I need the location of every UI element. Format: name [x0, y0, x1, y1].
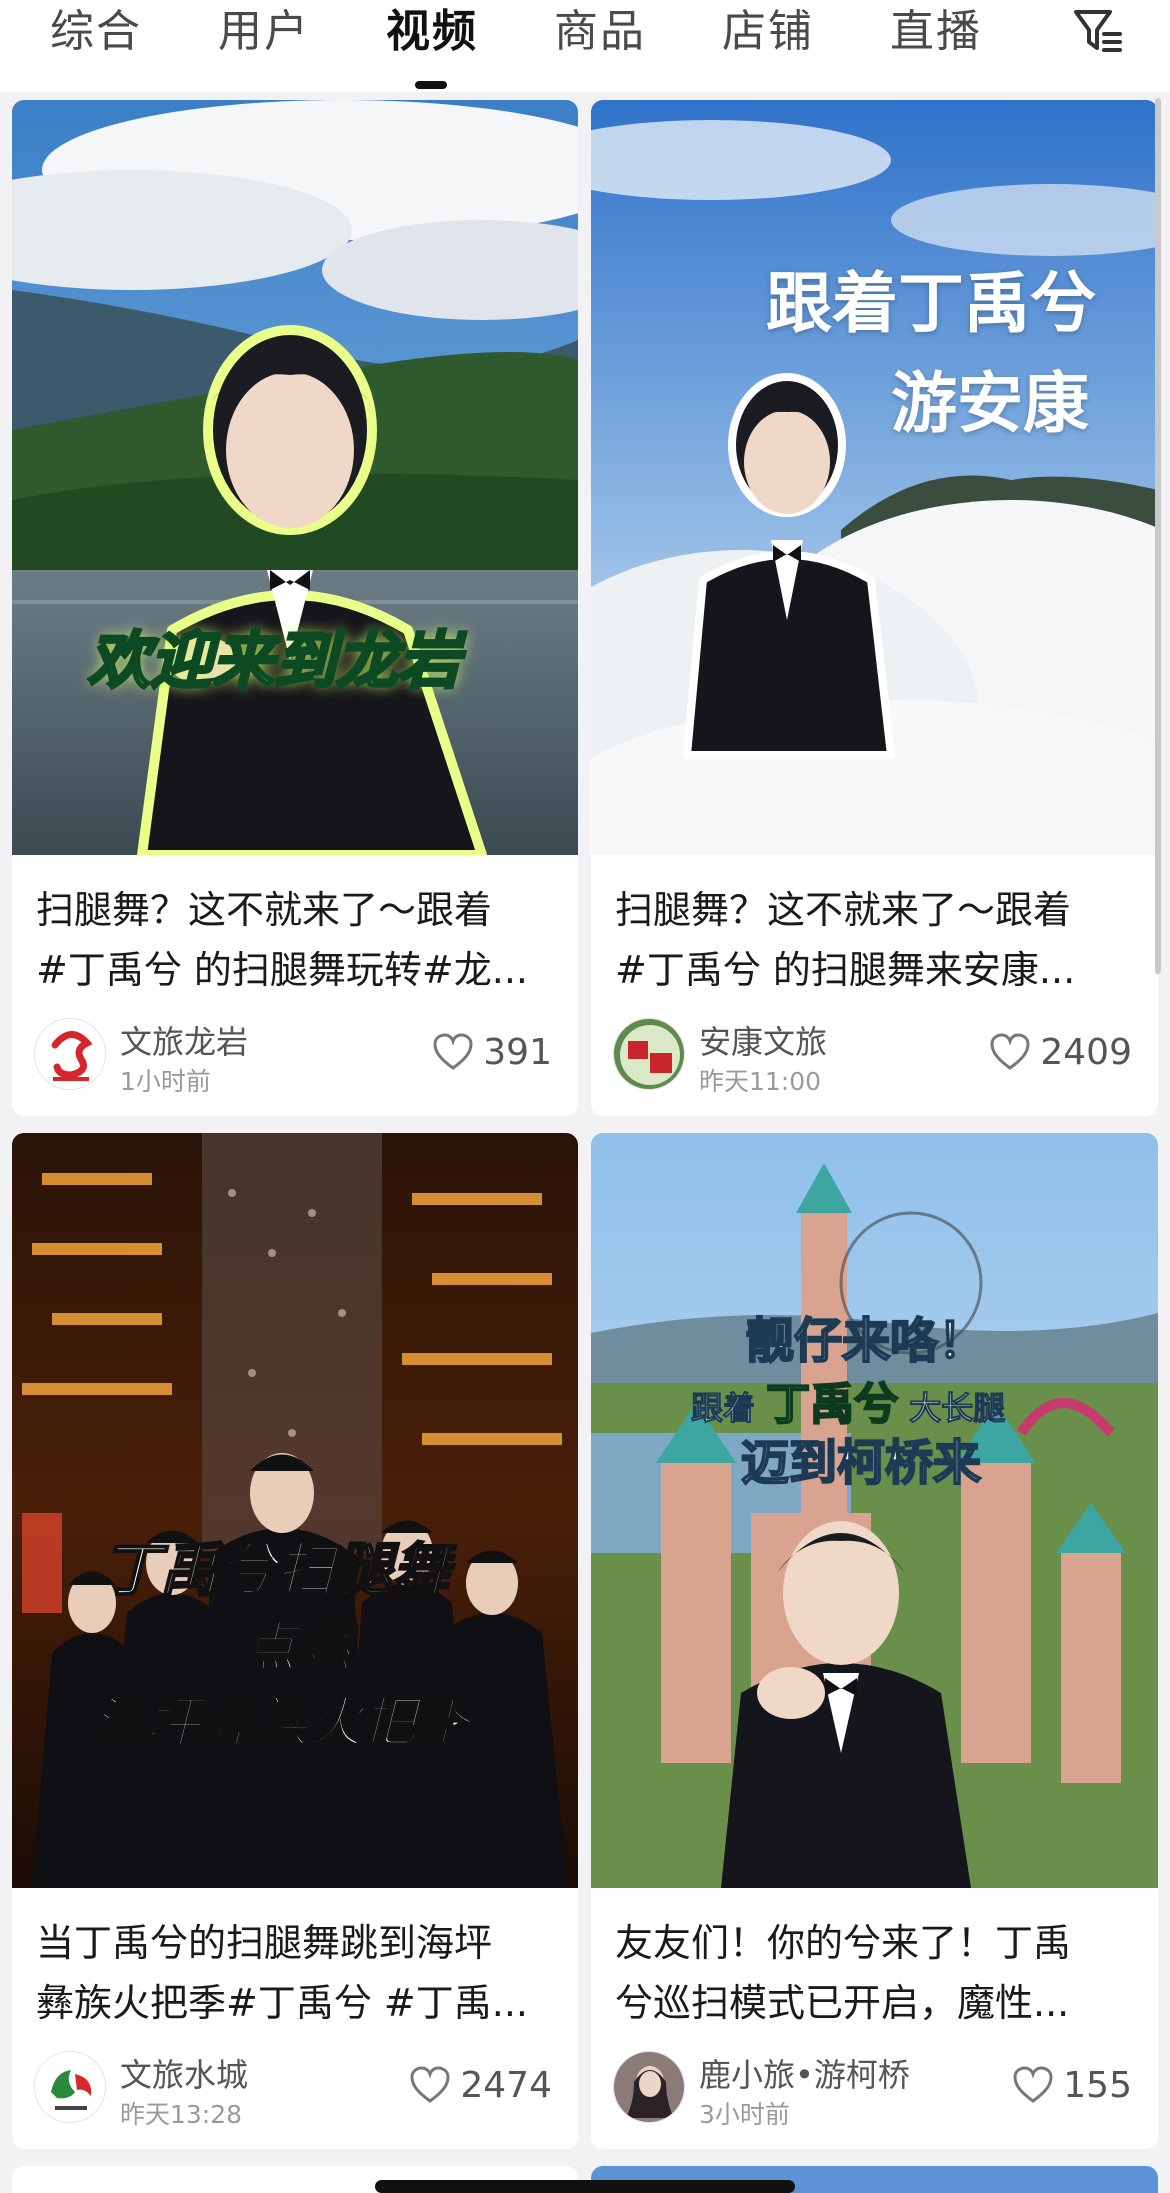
author-name[interactable]: 鹿小旅•游柯桥 [699, 2050, 910, 2096]
post-time: 1小时前 [120, 1067, 211, 1096]
like-button[interactable]: 2409 [990, 1030, 1132, 1074]
like-count: 2474 [460, 2064, 552, 2106]
video-card[interactable]: 跟着丁禹兮 游安康 扫腿舞？这不就来了～跟着 #丁禹兮 的扫腿舞来安康... 安… [591, 100, 1158, 1116]
search-tab-bar: 综合 用户 视频 商品 店铺 直播 [0, 0, 1170, 92]
cover-overlay-text: 大长腿 [909, 1389, 1006, 1428]
cover-overlay-text: 海坪彝族火把季 [91, 1690, 471, 1755]
video-thumbnail[interactable]: 跟着丁禹兮 游安康 [591, 100, 1158, 855]
like-button[interactable]: 2474 [410, 2063, 552, 2107]
cover-overlay-text: 跟着 [690, 1389, 756, 1428]
like-count: 155 [1063, 2064, 1132, 2106]
post-time: 昨天11:00 [699, 1067, 822, 1096]
author-name[interactable]: 文旅龙岩 [120, 1017, 248, 1063]
tab-comprehensive[interactable]: 综合 [50, 0, 142, 64]
video-title[interactable]: 当丁禹兮的扫腿舞跳到海坪 彝族火把季#丁禹兮 #丁禹... [36, 1913, 556, 2033]
like-button[interactable]: 155 [1013, 2063, 1132, 2107]
video-title[interactable]: 扫腿舞？这不就来了～跟着 #丁禹兮 的扫腿舞玩转#龙... [36, 880, 556, 1000]
author-name[interactable]: 文旅水城 [120, 2050, 248, 2096]
heart-icon [1013, 2066, 1053, 2103]
video-card[interactable]: 丁禹兮扫腿舞 点燃 海坪彝族火把季 当丁禹兮的扫腿舞跳到海坪 彝族火把季#丁禹兮… [12, 1133, 578, 2149]
author-avatar[interactable] [34, 2051, 106, 2123]
tab-users[interactable]: 用户 [218, 0, 310, 64]
active-tab-indicator [415, 81, 447, 89]
author-avatar[interactable] [34, 1018, 106, 1090]
cover-overlay-text: 欢迎来到龙岩 [86, 623, 461, 699]
cover-overlay-text: 靓仔来咯！ [745, 1312, 987, 1370]
tab-videos[interactable]: 视频 [386, 0, 478, 64]
video-thumbnail[interactable]: 丁禹兮扫腿舞 点燃 海坪彝族火把季 [12, 1133, 578, 1888]
post-time: 昨天13:28 [120, 2100, 243, 2129]
like-count: 391 [483, 1031, 552, 1073]
author-avatar[interactable] [613, 2051, 685, 2123]
heart-icon [433, 1033, 473, 1070]
post-time: 3小时前 [699, 2100, 790, 2129]
cover-overlay-text: 跟着丁禹兮 [766, 265, 1096, 342]
video-card[interactable]: 靓仔来咯！ 跟着 丁禹兮 大长腿 迈到柯桥来 友友们！你的兮来了！丁禹 兮巡扫模… [591, 1133, 1158, 2149]
video-title[interactable]: 扫腿舞？这不就来了～跟着 #丁禹兮 的扫腿舞来安康... [615, 880, 1135, 1000]
tab-shops[interactable]: 店铺 [722, 0, 814, 64]
author-avatar[interactable] [613, 1018, 685, 1090]
cover-overlay-text: 点燃 [241, 1615, 351, 1680]
cover-overlay-text: 游安康 [891, 365, 1089, 442]
heart-icon [990, 1033, 1030, 1070]
home-indicator[interactable] [375, 2180, 795, 2193]
tab-live[interactable]: 直播 [890, 0, 982, 64]
heart-icon [410, 2066, 450, 2103]
video-thumbnail[interactable]: 欢迎来到龙岩 [12, 100, 578, 855]
cover-overlay-text: 丁禹兮扫腿舞 [101, 1535, 451, 1605]
video-card[interactable]: 欢迎来到龙岩 扫腿舞？这不就来了～跟着 #丁禹兮 的扫腿舞玩转#龙... 文旅龙… [12, 100, 578, 1116]
video-thumbnail[interactable]: 靓仔来咯！ 跟着 丁禹兮 大长腿 迈到柯桥来 [591, 1133, 1158, 1888]
like-count: 2409 [1040, 1031, 1132, 1073]
scrollbar[interactable] [1155, 98, 1161, 974]
filter-icon[interactable] [1070, 4, 1126, 60]
cover-overlay-text: 迈到柯桥来 [740, 1434, 982, 1492]
author-name[interactable]: 安康文旅 [699, 1017, 827, 1063]
tab-products[interactable]: 商品 [554, 0, 646, 64]
video-title[interactable]: 友友们！你的兮来了！丁禹 兮巡扫模式已开启，魔性... [615, 1913, 1135, 2033]
like-button[interactable]: 391 [433, 1030, 552, 1074]
